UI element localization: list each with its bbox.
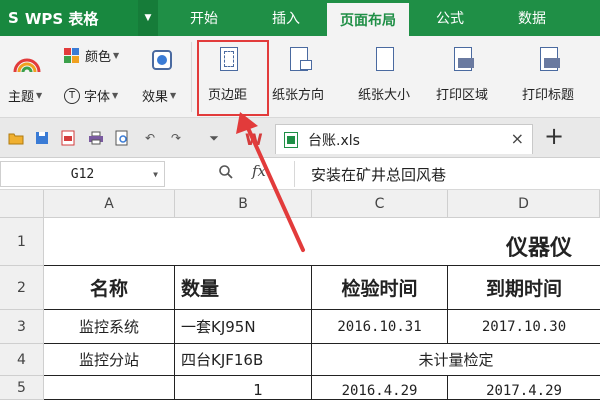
- row-header-3[interactable]: 3: [0, 310, 44, 344]
- row-header-4[interactable]: 4: [0, 344, 44, 376]
- print-icon[interactable]: [88, 130, 104, 146]
- print-area-icon: [448, 46, 476, 76]
- print-titles-icon: [534, 46, 562, 76]
- column-header-c[interactable]: C: [312, 190, 448, 218]
- tab-home[interactable]: 开始: [163, 0, 245, 36]
- row-header-2[interactable]: 2: [0, 266, 44, 310]
- insert-function-icon[interactable]: fx: [252, 162, 266, 180]
- table-cell[interactable]: [44, 376, 175, 400]
- font-circle-t-icon: T: [64, 87, 80, 104]
- sheet-title: 仪器仪: [506, 236, 573, 261]
- new-tab-icon[interactable]: +: [544, 122, 564, 150]
- print-area-label: 打印区域: [436, 88, 489, 103]
- effect-label: 效果: [142, 90, 169, 105]
- print-area-button[interactable]: 打印区域: [436, 46, 488, 103]
- effect-button[interactable]: 效果 ▼: [142, 86, 176, 105]
- column-header-d[interactable]: D: [448, 190, 600, 218]
- header-cell-name[interactable]: 名称: [44, 266, 175, 310]
- title-bar: S WPS 表格 ▼ 开始 插入 页面布局 公式 数据: [0, 0, 600, 36]
- print-preview-icon[interactable]: [114, 130, 130, 146]
- zoom-search-icon[interactable]: [218, 164, 234, 184]
- table-cell[interactable]: 一套KJ95N: [175, 310, 312, 344]
- chevron-down-icon: ▼: [170, 91, 177, 100]
- table-cell[interactable]: 2017.10.30: [448, 310, 600, 344]
- font-button[interactable]: T 字体 ▼: [64, 86, 118, 105]
- page-size-label: 纸张大小: [358, 88, 411, 103]
- table-cell[interactable]: 2016.10.31: [312, 310, 448, 344]
- font-label: 字体: [84, 90, 111, 105]
- wps-logo-icon: S: [8, 9, 19, 27]
- document-tab[interactable]: 台账.xls ×: [275, 124, 533, 154]
- formula-bar: G12 ▼ fx 安装在矿井总回风巷: [0, 158, 600, 190]
- table-cell[interactable]: 2016.4.29: [312, 376, 448, 400]
- document-tab-label: 台账.xls: [308, 132, 360, 149]
- page-orientation-button[interactable]: 纸张方向: [272, 46, 324, 103]
- color-palette-icon: [64, 48, 79, 63]
- select-all-corner[interactable]: [0, 190, 44, 218]
- column-header-b[interactable]: B: [175, 190, 312, 218]
- table-cell[interactable]: 2017.4.29: [448, 376, 600, 400]
- chevron-down-icon[interactable]: ▼: [153, 170, 158, 179]
- tab-insert[interactable]: 插入: [245, 0, 327, 36]
- ribbon: 主题 ▼ 颜色 ▼ T 字体 ▼ 效果 ▼ 页边距 纸张方向 纸张大小 打印区域 打印标…: [0, 36, 600, 118]
- effect-circle-icon: [152, 50, 172, 70]
- theme-label: 主题: [8, 90, 35, 105]
- spreadsheet-file-icon: [284, 131, 298, 148]
- open-folder-icon[interactable]: [8, 130, 24, 146]
- theme-rainbow-icon: [12, 50, 42, 74]
- page-margins-highlight: [197, 40, 269, 116]
- name-box[interactable]: G12 ▼: [0, 161, 165, 187]
- app-menu-dropdown[interactable]: ▼: [138, 0, 158, 36]
- print-titles-label: 打印标题: [522, 88, 575, 103]
- customize-dropdown-icon[interactable]: ⏷: [206, 130, 222, 146]
- header-cell-quantity[interactable]: 数量: [175, 266, 312, 310]
- save-icon[interactable]: [34, 130, 50, 146]
- ribbon-tabs: 开始 插入 页面布局 公式 数据: [163, 0, 573, 36]
- app-menu-button[interactable]: S WPS 表格 ▼: [0, 0, 158, 36]
- formula-input[interactable]: 安装在矿井总回风巷: [294, 161, 600, 187]
- page-size-icon: [370, 46, 398, 76]
- column-header-a[interactable]: A: [44, 190, 175, 218]
- page-size-button[interactable]: 纸张大小: [358, 46, 410, 103]
- row-header-1[interactable]: 1: [0, 218, 44, 266]
- header-cell-inspection-time[interactable]: 检验时间: [312, 266, 448, 310]
- undo-icon[interactable]: ↶: [142, 130, 158, 146]
- row-header-5[interactable]: 5: [0, 376, 44, 400]
- spreadsheet-grid: A B C D 1 2 3 4 5 仪器仪 名称 数量 检验时间 到期时间 监控…: [0, 190, 600, 400]
- wps-doc-logo-icon: W: [245, 130, 263, 149]
- print-titles-button[interactable]: 打印标题: [522, 46, 574, 103]
- chevron-down-icon: ▼: [113, 51, 120, 60]
- chevron-down-icon: ▼: [36, 91, 43, 100]
- tab-formulas[interactable]: 公式: [409, 0, 491, 36]
- tab-page-layout[interactable]: 页面布局: [327, 0, 409, 36]
- ribbon-divider: [191, 42, 192, 112]
- close-icon[interactable]: ×: [511, 129, 524, 148]
- redo-icon[interactable]: ↷: [168, 130, 184, 146]
- table-cell[interactable]: 监控系统: [44, 310, 175, 344]
- header-cell-expiry-time[interactable]: 到期时间: [448, 266, 600, 310]
- page-orientation-label: 纸张方向: [272, 88, 325, 103]
- tab-data[interactable]: 数据: [491, 0, 573, 36]
- cell-reference: G12: [70, 166, 95, 182]
- app-name: WPS 表格: [24, 9, 99, 28]
- table-cell[interactable]: 1: [175, 376, 312, 400]
- chevron-down-icon: ▼: [112, 91, 119, 100]
- table-cell[interactable]: 四台KJF16B: [175, 344, 312, 376]
- theme-button[interactable]: 主题 ▼: [8, 86, 42, 105]
- color-label: 颜色: [85, 50, 112, 65]
- color-button[interactable]: 颜色 ▼: [64, 46, 119, 65]
- table-cell[interactable]: 监控分站: [44, 344, 175, 376]
- table-cell-merged[interactable]: 未计量检定: [312, 344, 600, 376]
- export-pdf-icon[interactable]: [60, 130, 76, 146]
- page-orientation-icon: [284, 46, 312, 76]
